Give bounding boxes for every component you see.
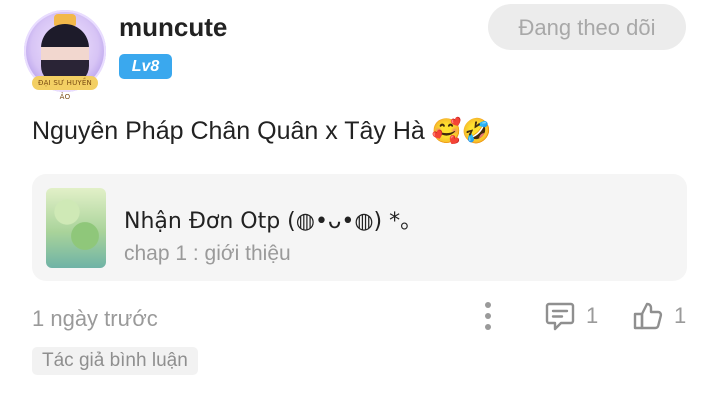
avatar[interactable]: ĐẠI SƯ HUYỀN ẢO [24, 10, 106, 101]
author-comment-tag: Tác giả bình luận [32, 347, 198, 375]
comment-body: Nguyên Pháp Chân Quân x Tây Hà [32, 117, 425, 145]
avatar-banner: ĐẠI SƯ HUYỀN ẢO [32, 76, 98, 101]
thumbs-up-icon [633, 302, 663, 330]
avatar-image [41, 24, 89, 84]
comment-emojis: 🥰🤣 [431, 117, 492, 145]
story-chapter: chap 1 : giới thiệu [124, 242, 291, 265]
level-badge: Lv8 [119, 54, 172, 79]
like-button[interactable]: 1 [632, 298, 686, 334]
story-thumbnail [46, 188, 106, 268]
story-title: Nhận Đơn Otp (◍•ᴗ•◍) *。 [124, 209, 423, 234]
story-card[interactable]: Nhận Đơn Otp (◍•ᴗ•◍) *。 chap 1 : giới th… [32, 174, 687, 281]
follow-button[interactable]: Đang theo dõi [488, 4, 686, 50]
more-options-button[interactable] [476, 298, 500, 334]
username[interactable]: muncute [119, 12, 227, 43]
comment-text: Nguyên Pháp Chân Quân x Tây Hà 🥰🤣 [32, 117, 492, 146]
reply-button[interactable]: 1 [544, 298, 598, 334]
comment-icon [545, 302, 575, 331]
reply-count: 1 [586, 303, 599, 328]
like-count: 1 [674, 303, 687, 328]
comment-timestamp: 1 ngày trước [32, 306, 158, 331]
